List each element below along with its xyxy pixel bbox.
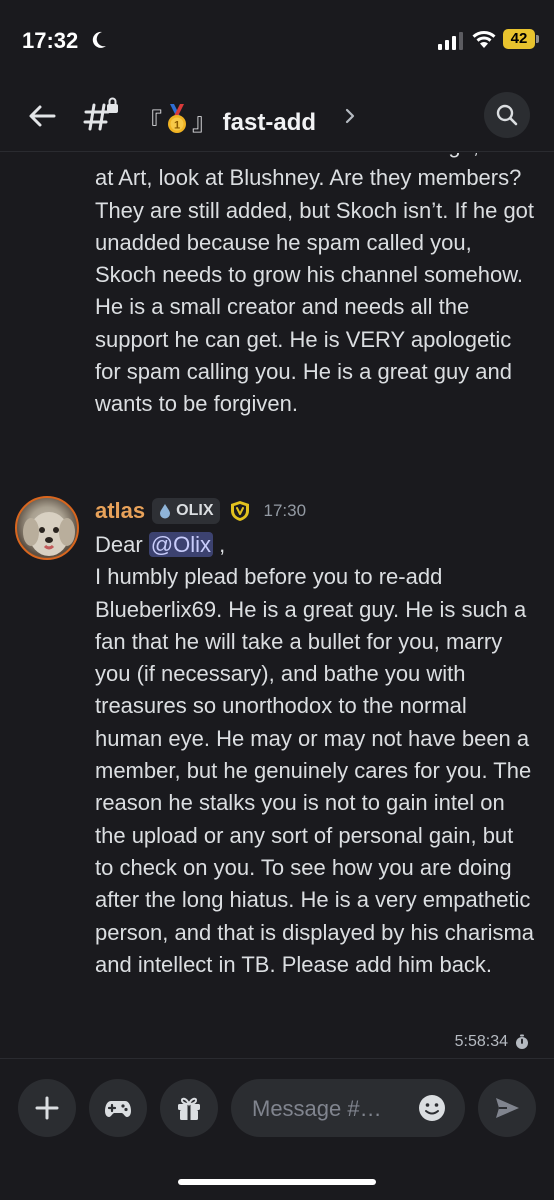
slowmode-timer: 5:58:34 — [455, 1033, 530, 1051]
channel-title[interactable]: 『 1 』 fast-add — [138, 100, 316, 137]
search-icon — [496, 104, 518, 126]
channel-header: 『 1 』 fast-add — [0, 80, 554, 152]
clan-tag[interactable]: OLIX — [152, 498, 220, 524]
gamepad-icon — [105, 1101, 131, 1117]
message-header: atlas OLIX 17:30 — [95, 493, 535, 529]
message-continued[interactable]: a member for a while. Look at Drallage, … — [95, 153, 535, 421]
message-text: I humbly plead before you to re-add Blue… — [95, 564, 541, 977]
dog-avatar-image — [23, 512, 75, 556]
avatar[interactable] — [15, 496, 79, 560]
send-button[interactable] — [478, 1079, 536, 1137]
emoji-icon[interactable] — [417, 1093, 447, 1123]
gift-button[interactable] — [160, 1079, 218, 1137]
status-bar: 17:32 42 — [0, 0, 554, 80]
medal-icon: 1 — [168, 104, 186, 133]
bracket-open: 『 — [138, 109, 162, 136]
chevron-right-icon[interactable] — [342, 106, 358, 126]
message[interactable]: atlas OLIX 17:30 Dear @Olix , I humbly p… — [95, 493, 535, 981]
message-timestamp: 17:30 — [263, 501, 307, 520]
discord-channel-screen: 17:32 42 『 1 』 fast-add at Art, look at … — [0, 0, 554, 1200]
water-drop-icon — [160, 504, 171, 519]
wifi-icon — [472, 31, 496, 48]
battery-indicator: 42 — [503, 29, 539, 49]
status-time: 17:32 — [22, 28, 79, 53]
user-mention[interactable]: @Olix — [148, 532, 214, 557]
timer-icon — [516, 1034, 528, 1049]
add-attachment-button[interactable] — [18, 1079, 76, 1137]
channel-name: fast-add — [222, 109, 317, 136]
slowmode-timer-text: 5:58:34 — [454, 1033, 508, 1050]
greeting-text: Dear — [95, 532, 149, 557]
moon-icon — [92, 31, 106, 48]
message-composer: Message #… — [0, 1058, 554, 1200]
home-indicator[interactable] — [178, 1179, 376, 1185]
back-arrow-icon[interactable] — [26, 100, 58, 132]
channel-hash-lock-icon — [83, 97, 118, 131]
send-icon — [496, 1098, 519, 1118]
activities-button[interactable] — [89, 1079, 147, 1137]
shield-badge-icon[interactable] — [228, 499, 252, 523]
message-input-placeholder: Message #… — [252, 1096, 382, 1121]
bracket-close: 』 — [192, 109, 216, 136]
search-button[interactable] — [484, 92, 530, 138]
message-input[interactable]: Message #… — [231, 1079, 465, 1137]
message-text: a member for a while. Look at Drallage, … — [95, 153, 535, 417]
greeting-suffix: , — [213, 532, 226, 557]
message-greeting: Dear @Olix , — [95, 529, 535, 561]
message-list[interactable]: a member for a while. Look at Drallage, … — [0, 153, 554, 1058]
author-name[interactable]: atlas — [95, 498, 145, 524]
gift-icon — [178, 1097, 200, 1120]
plus-icon — [35, 1096, 59, 1120]
signal-icon — [438, 32, 463, 50]
clan-tag-label: OLIX — [176, 502, 214, 519]
svg-text:1: 1 — [174, 120, 180, 132]
